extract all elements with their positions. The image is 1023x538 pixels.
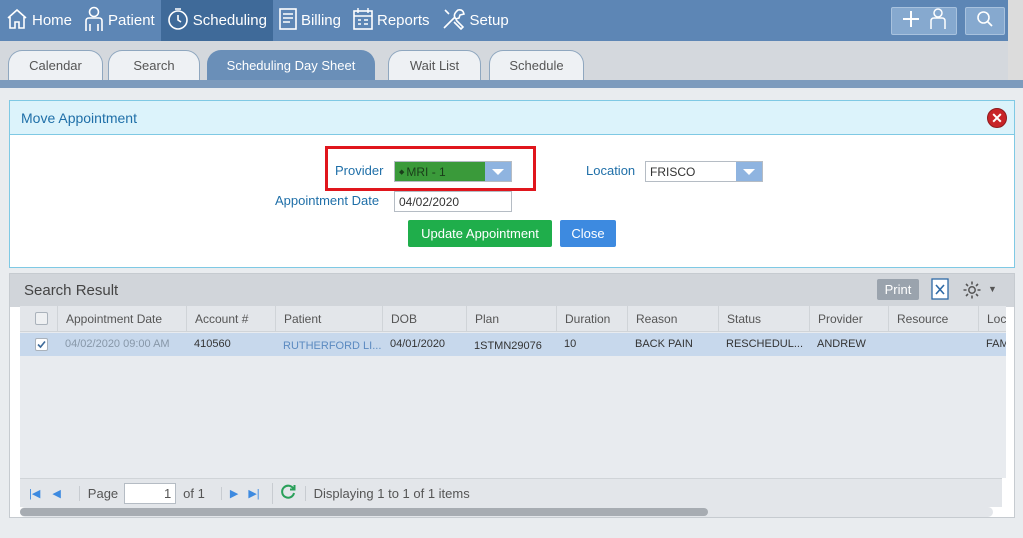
table-header: Appointment Date Account # Patient DOB P…: [20, 306, 1006, 332]
cell-appointment-date: 04/02/2020 09:00 AM: [65, 338, 170, 350]
cell-status: RESCHEDUL...: [726, 338, 804, 350]
search-result-panel: Search Result Print ▼ Appointment Date A…: [9, 273, 1015, 518]
nav-billing-label: Billing: [300, 12, 341, 29]
nav-scheduling-label: Scheduling: [192, 12, 267, 29]
search-result-title: Search Result: [24, 282, 119, 299]
col-account[interactable]: Account #: [186, 306, 248, 332]
row-checkbox[interactable]: [35, 338, 48, 351]
tab-schedule[interactable]: Schedule: [489, 50, 584, 80]
location-select[interactable]: FRISCO: [645, 161, 763, 182]
calendar-icon: [352, 7, 377, 35]
first-page-icon[interactable]: |◀: [29, 487, 40, 500]
page-label: Page: [78, 485, 118, 501]
tab-scheduling-day-sheet-label: Scheduling Day Sheet: [226, 58, 356, 73]
tab-calendar[interactable]: Calendar: [8, 50, 103, 80]
patient-icon: [83, 6, 108, 36]
col-resource[interactable]: Resource: [888, 306, 948, 332]
nav-patient-label: Patient: [108, 12, 155, 29]
col-appointment-date[interactable]: Appointment Date: [57, 306, 162, 332]
next-page-icon[interactable]: ▶: [220, 486, 238, 500]
refresh-icon[interactable]: [271, 482, 297, 504]
col-dob[interactable]: DOB: [382, 306, 417, 332]
cell-dob: 04/01/2020: [390, 338, 446, 350]
select-all-checkbox[interactable]: [35, 312, 48, 325]
nav-reports-label: Reports: [376, 12, 430, 29]
tools-icon: [441, 7, 470, 35]
nav-reports[interactable]: Reports: [347, 0, 436, 41]
nav-setup-label: Setup: [469, 12, 509, 29]
nav-right-actions: [891, 0, 1008, 41]
tab-scheduling-day-sheet[interactable]: Scheduling Day Sheet: [207, 50, 375, 80]
search-button[interactable]: [965, 6, 1005, 35]
cell-duration: 10: [564, 338, 577, 350]
last-page-icon[interactable]: ▶|: [248, 487, 259, 500]
nav-patient[interactable]: Patient: [78, 0, 161, 41]
appointment-date-input[interactable]: 04/02/2020: [394, 191, 512, 212]
person-icon: [929, 8, 947, 33]
tab-bar: Calendar Search Scheduling Day Sheet Wai…: [0, 41, 1008, 83]
tab-wait-list-label: Wait List: [409, 58, 460, 73]
cell-account: 410560: [194, 338, 231, 350]
cell-provider: ANDREW: [817, 338, 866, 350]
location-value: FRISCO: [650, 164, 696, 179]
top-nav: Home Patient Scheduling Billing Reports …: [0, 0, 1008, 41]
excel-export-icon[interactable]: [930, 278, 950, 304]
prev-page-icon[interactable]: ◀: [52, 487, 60, 500]
search-icon: [976, 10, 994, 31]
chevron-down-icon[interactable]: ▼: [988, 284, 997, 294]
appointment-date-label: Appointment Date: [275, 193, 380, 208]
nav-home[interactable]: Home: [0, 0, 78, 41]
billing-icon: [278, 7, 301, 35]
nav-setup[interactable]: Setup: [436, 0, 515, 41]
cell-loc: FAM: [986, 338, 1006, 350]
plus-icon: [901, 9, 921, 32]
scrollbar-thumb[interactable]: [20, 508, 708, 516]
checkmark-icon: [37, 340, 46, 349]
cell-resource: [888, 333, 978, 356]
results-table: Appointment Date Account # Patient DOB P…: [20, 306, 1006, 478]
cell-reason: BACK PAIN: [635, 338, 693, 350]
col-reason[interactable]: Reason: [627, 306, 677, 332]
table-row[interactable]: 04/02/2020 09:00 AM 410560 RUTHERFORD LI…: [20, 333, 1006, 356]
gear-icon[interactable]: [962, 280, 982, 304]
col-status[interactable]: Status: [718, 306, 761, 332]
dialog-header: Move Appointment: [10, 101, 1014, 135]
location-label: Location: [586, 163, 636, 178]
highlight-box: [325, 146, 536, 191]
col-loc[interactable]: Loc: [978, 306, 1006, 332]
search-result-header: Search Result Print ▼: [10, 274, 1014, 307]
update-appointment-button[interactable]: Update Appointment: [408, 220, 552, 247]
tab-calendar-label: Calendar: [29, 58, 82, 73]
page-of-label: of 1: [183, 485, 205, 501]
col-patient[interactable]: Patient: [275, 306, 321, 332]
cell-plan: 1STMN29076: [474, 340, 542, 352]
tab-wait-list[interactable]: Wait List: [388, 50, 481, 80]
home-icon: [5, 7, 32, 35]
page-number-input[interactable]: 1: [124, 482, 177, 504]
horizontal-scrollbar[interactable]: [20, 507, 993, 517]
page-scrollbar[interactable]: [1008, 0, 1023, 80]
pager: |◀ ◀ Page 1 of 1 ▶ ▶| Displaying 1 to 1 …: [20, 478, 1002, 507]
clock-icon: [166, 7, 193, 35]
tab-underline: [0, 80, 1023, 88]
tab-schedule-label: Schedule: [509, 58, 564, 73]
tab-search-label: Search: [133, 58, 175, 73]
add-patient-button[interactable]: [891, 6, 957, 35]
print-button[interactable]: Print: [877, 279, 919, 300]
pager-summary: Displaying 1 to 1 of 1 items: [304, 485, 470, 501]
nav-billing[interactable]: Billing: [273, 0, 347, 41]
tab-search[interactable]: Search: [108, 50, 200, 80]
col-plan[interactable]: Plan: [466, 306, 499, 332]
cell-patient[interactable]: RUTHERFORD LI...: [275, 334, 382, 357]
nav-home-label: Home: [32, 12, 73, 29]
dialog-title: Move Appointment: [21, 109, 137, 126]
col-duration[interactable]: Duration: [556, 306, 610, 332]
nav-scheduling[interactable]: Scheduling: [160, 0, 273, 41]
close-button[interactable]: Close: [560, 220, 616, 247]
chevron-down-icon[interactable]: [736, 162, 762, 181]
close-icon[interactable]: ✕: [987, 108, 1007, 128]
col-provider[interactable]: Provider: [809, 306, 863, 332]
